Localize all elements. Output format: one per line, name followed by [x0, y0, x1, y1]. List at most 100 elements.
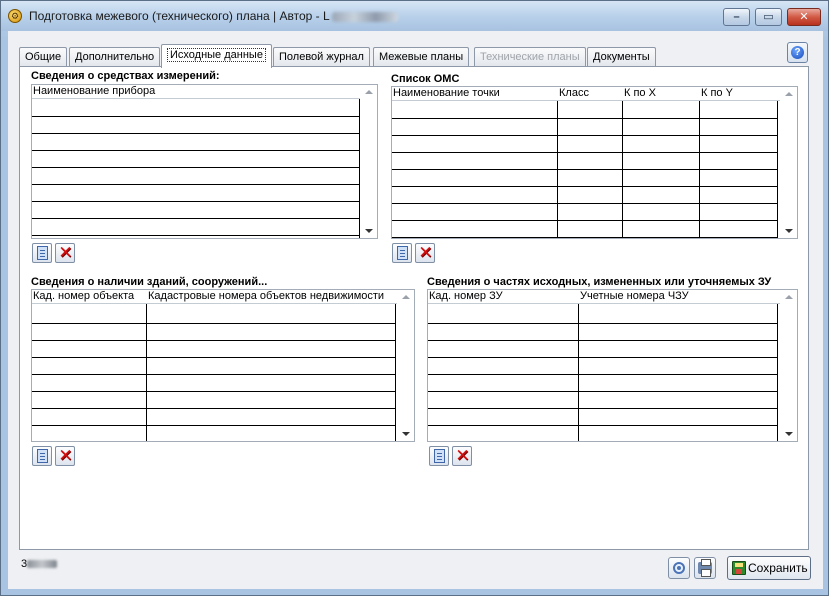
- column-header-k-y: К по Y: [701, 87, 733, 99]
- scroll-down-arrow-icon[interactable]: [402, 432, 410, 436]
- column-divider: [557, 101, 558, 238]
- table-row[interactable]: [392, 203, 778, 204]
- scroll-down-arrow-icon[interactable]: [785, 229, 793, 233]
- tab-field-journal[interactable]: Полевой журнал: [273, 47, 370, 67]
- table-row[interactable]: [428, 408, 778, 409]
- table-row[interactable]: [32, 340, 396, 341]
- table-row[interactable]: [32, 218, 360, 219]
- tab-general[interactable]: Общие: [19, 47, 68, 67]
- table-row[interactable]: [392, 118, 778, 119]
- status-code: 3: [21, 558, 58, 570]
- table-row[interactable]: [32, 323, 396, 324]
- minimize-button[interactable]: –: [723, 8, 750, 26]
- table-row[interactable]: [392, 135, 778, 136]
- tab-additional-label: Дополнительно: [75, 51, 155, 63]
- table-row[interactable]: [392, 186, 778, 187]
- table-row[interactable]: [392, 220, 778, 221]
- add-record-icon: [37, 246, 48, 260]
- column-divider: [622, 101, 623, 238]
- buildings-delete-button[interactable]: ✕: [55, 446, 75, 466]
- tab-general-label: Общие: [25, 51, 62, 63]
- instruments-scrollbar[interactable]: [360, 85, 377, 238]
- window-title-text: Подготовка межевого (технического) плана…: [29, 9, 323, 23]
- column-divider: [777, 101, 778, 238]
- scroll-up-arrow-icon[interactable]: [365, 90, 373, 94]
- tab-documents-label: Документы: [593, 51, 650, 63]
- table-row[interactable]: [32, 133, 360, 134]
- table-row[interactable]: [32, 357, 396, 358]
- table-row[interactable]: [32, 374, 396, 375]
- table-row[interactable]: [32, 116, 360, 117]
- tab-boundary-plans-label: Межевые планы: [379, 51, 464, 63]
- table-row[interactable]: [32, 150, 360, 151]
- column-header-zu-cad-number: Кад. номер ЗУ: [429, 290, 503, 302]
- scroll-down-arrow-icon[interactable]: [785, 432, 793, 436]
- tab-field-journal-label: Полевой журнал: [279, 51, 364, 63]
- table-row[interactable]: [392, 152, 778, 153]
- instruments-grid[interactable]: Наименование прибора: [31, 84, 378, 239]
- table-row[interactable]: [32, 184, 360, 185]
- buildings-add-button[interactable]: [32, 446, 52, 466]
- status-code-redacted: [27, 560, 58, 569]
- tab-source-data-label: Исходные данные: [167, 48, 266, 62]
- save-icon: [732, 561, 746, 575]
- table-row[interactable]: [428, 391, 778, 392]
- instruments-grid-header: Наименование прибора: [32, 85, 360, 99]
- tab-documents[interactable]: Документы: [587, 47, 656, 67]
- tab-technical-plans-label: Технические планы: [480, 51, 580, 63]
- table-row[interactable]: [32, 425, 396, 426]
- table-row[interactable]: [428, 374, 778, 375]
- oms-grid[interactable]: Наименование точки Класс К по X К по Y: [391, 86, 798, 239]
- parts-add-button[interactable]: [429, 446, 449, 466]
- title-bar[interactable]: ⚙ Подготовка межевого (технического) пла…: [1, 1, 828, 31]
- client-area: Общие Дополнительно Исходные данные Поле…: [8, 31, 823, 589]
- author-name-redacted: [331, 11, 398, 22]
- oms-delete-button[interactable]: ✕: [415, 243, 435, 263]
- parts-section-title: Сведения о частях исходных, измененных и…: [427, 276, 772, 288]
- print-button[interactable]: [694, 557, 716, 579]
- table-row[interactable]: [32, 167, 360, 168]
- table-row[interactable]: [32, 235, 360, 236]
- buildings-scrollbar[interactable]: [397, 290, 414, 441]
- help-button[interactable]: ?: [787, 42, 808, 63]
- instruments-add-button[interactable]: [32, 243, 52, 263]
- save-button-label: Сохранить: [748, 561, 808, 575]
- scroll-down-arrow-icon[interactable]: [365, 229, 373, 233]
- app-icon: ⚙: [8, 9, 22, 23]
- table-row[interactable]: [32, 408, 396, 409]
- instruments-delete-button[interactable]: ✕: [55, 243, 75, 263]
- table-row[interactable]: [392, 237, 778, 238]
- table-row[interactable]: [428, 425, 778, 426]
- source-data-panel: Сведения о средствах измерений: Наименов…: [19, 66, 809, 550]
- parts-scrollbar[interactable]: [780, 290, 797, 441]
- printer-icon: [698, 559, 712, 577]
- add-record-icon: [397, 246, 408, 260]
- table-row[interactable]: [428, 357, 778, 358]
- table-row[interactable]: [428, 323, 778, 324]
- tab-additional[interactable]: Дополнительно: [69, 47, 161, 67]
- table-row[interactable]: [428, 340, 778, 341]
- table-row[interactable]: [32, 391, 396, 392]
- oms-section-title: Список ОМС: [391, 73, 460, 85]
- column-header-class: Класс: [559, 87, 589, 99]
- oms-scrollbar[interactable]: [780, 87, 797, 238]
- delete-record-icon: ✕: [455, 446, 470, 465]
- tab-source-data[interactable]: Исходные данные: [161, 44, 272, 68]
- table-row[interactable]: [392, 169, 778, 170]
- scroll-up-arrow-icon[interactable]: [402, 295, 410, 299]
- close-button[interactable]: ✕: [787, 8, 821, 26]
- column-divider: [395, 304, 396, 441]
- maximize-button[interactable]: ▭: [755, 8, 782, 26]
- column-header-object-cad-number: Кад. номер объекта: [33, 290, 135, 302]
- buildings-grid[interactable]: Кад. номер объекта Кадастровые номера об…: [31, 289, 415, 442]
- scroll-up-arrow-icon[interactable]: [785, 92, 793, 96]
- delete-record-icon: ✕: [58, 446, 73, 465]
- save-button[interactable]: Сохранить: [727, 556, 811, 580]
- parts-grid[interactable]: Кад. номер ЗУ Учетные номера ЧЗУ: [427, 289, 798, 442]
- table-row[interactable]: [32, 201, 360, 202]
- oms-add-button[interactable]: [392, 243, 412, 263]
- tab-boundary-plans[interactable]: Межевые планы: [373, 47, 470, 67]
- settings-button[interactable]: [668, 557, 690, 579]
- scroll-up-arrow-icon[interactable]: [785, 295, 793, 299]
- parts-delete-button[interactable]: ✕: [452, 446, 472, 466]
